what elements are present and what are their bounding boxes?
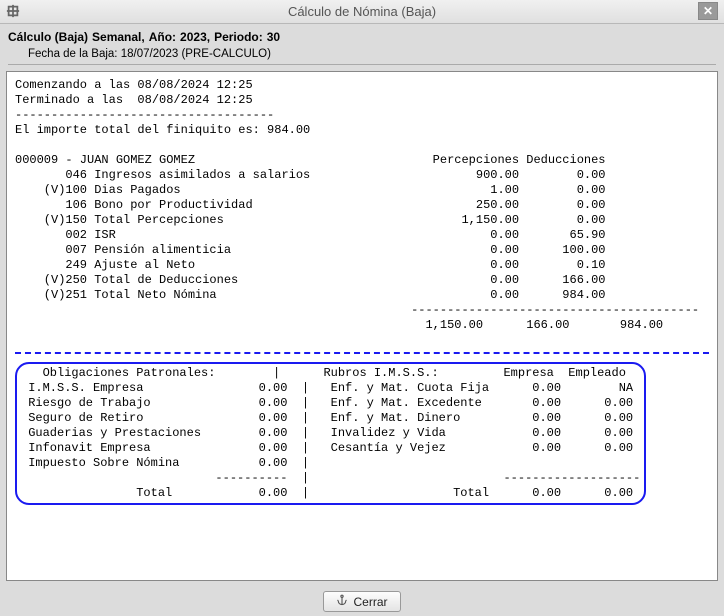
header-row-main: Cálculo (Baja) Semanal, Año: 2023, Perio… (8, 28, 716, 46)
period-label: Periodo: (214, 30, 263, 44)
year-value: 2023, (180, 30, 210, 44)
window-title: Cálculo de Nómina (Baja) (288, 4, 436, 19)
close-icon: ✕ (703, 4, 713, 18)
low-date-label: Fecha de la Baja: (28, 48, 118, 60)
period-value: 30 (267, 30, 280, 44)
section-separator (15, 352, 709, 354)
close-button-label: Cerrar (353, 595, 387, 609)
header: Cálculo (Baja) Semanal, Año: 2023, Perio… (0, 24, 724, 65)
close-action-button[interactable]: Cerrar (323, 591, 400, 612)
footer: Cerrar (0, 587, 724, 616)
log-content: Comenzando a las 08/08/2024 12:25 Termin… (6, 71, 718, 581)
title-bar: Cálculo de Nómina (Baja) ✕ (0, 0, 724, 24)
app-icon (6, 4, 20, 18)
period-type: Semanal, (92, 30, 145, 44)
patronales-imss-box: Obligaciones Patronales: | Rubros I.M.S.… (15, 362, 646, 505)
low-date-value: 18/07/2023 (PRE-CALCULO) (121, 48, 271, 60)
header-row-date: Fecha de la Baja: 18/07/2023 (PRE-CALCUL… (8, 46, 716, 65)
calc-label: Cálculo (Baja) (8, 30, 88, 44)
close-button[interactable]: ✕ (698, 2, 718, 20)
year-label: Año: (149, 30, 176, 44)
anchor-icon (336, 594, 348, 609)
